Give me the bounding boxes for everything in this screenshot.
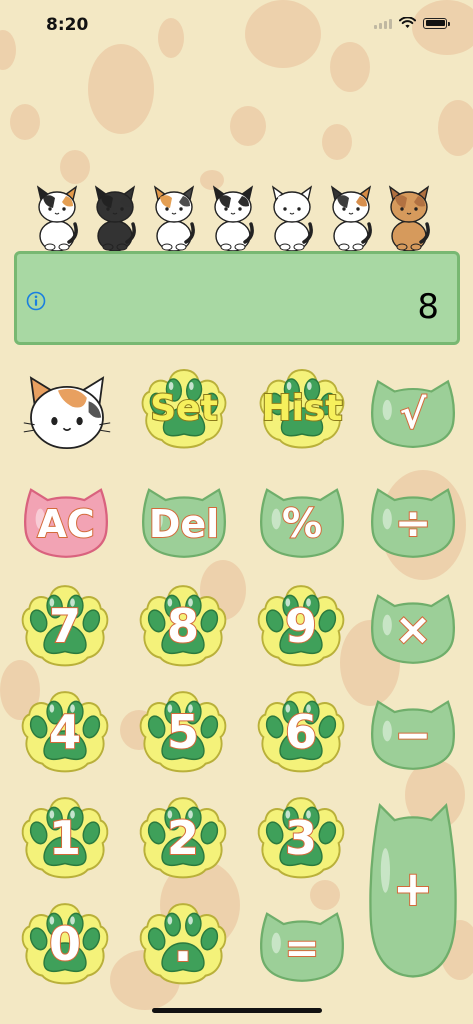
digit-3-label: 3 bbox=[284, 811, 318, 865]
percent-button[interactable]: % bbox=[256, 476, 348, 562]
digit-4-button[interactable]: 4 bbox=[18, 686, 112, 778]
set-button[interactable]: Set bbox=[138, 364, 230, 454]
digit-1-button[interactable]: 1 bbox=[18, 792, 112, 884]
calico-cat-icon-3 bbox=[330, 185, 372, 252]
minus-label: − bbox=[394, 710, 433, 761]
digit-7-label: 7 bbox=[48, 599, 82, 653]
tuxedo-cat-icon bbox=[212, 185, 254, 252]
digit-0-label: 0 bbox=[48, 917, 82, 971]
tabby-cat-icon bbox=[388, 185, 430, 252]
equals-button[interactable]: = bbox=[256, 900, 348, 986]
digit-6-button[interactable]: 6 bbox=[254, 686, 348, 778]
ac-label: AC bbox=[36, 502, 95, 546]
battery-icon bbox=[423, 17, 450, 29]
digit-4-label: 4 bbox=[48, 705, 82, 759]
digit-6-label: 6 bbox=[284, 705, 318, 759]
percent-label: % bbox=[281, 501, 323, 547]
digit-8-button[interactable]: 8 bbox=[136, 580, 230, 672]
digit-2-button[interactable]: 2 bbox=[136, 792, 230, 884]
multiply-button[interactable]: × bbox=[367, 582, 459, 668]
plus-label: + bbox=[392, 861, 434, 917]
status-bar: 8:20 bbox=[0, 0, 473, 54]
display-value: 8 bbox=[417, 287, 439, 327]
cat-row bbox=[28, 184, 448, 252]
decimal-label: . bbox=[172, 914, 194, 974]
set-label: Set bbox=[149, 388, 219, 429]
plus-button[interactable]: + bbox=[367, 796, 459, 982]
white-cat-icon bbox=[271, 185, 313, 252]
digit-8-label: 8 bbox=[166, 599, 200, 653]
decimal-button[interactable]: . bbox=[136, 898, 230, 990]
home-indicator bbox=[152, 1008, 322, 1013]
equals-label: = bbox=[283, 923, 320, 972]
minus-button[interactable]: − bbox=[367, 688, 459, 774]
hist-label: Hist bbox=[260, 388, 343, 429]
divide-label: ÷ bbox=[394, 498, 433, 549]
delete-label: Del bbox=[148, 502, 220, 546]
multiply-label: × bbox=[394, 604, 433, 655]
divide-button[interactable]: ÷ bbox=[367, 476, 459, 562]
cat-mascot-icon bbox=[22, 368, 112, 458]
status-icons bbox=[374, 17, 450, 29]
black-cat-icon bbox=[94, 185, 136, 252]
calico-cat-icon-2 bbox=[153, 185, 195, 252]
digit-9-label: 9 bbox=[284, 599, 318, 653]
digit-0-button[interactable]: 0 bbox=[18, 898, 112, 990]
digit-2-label: 2 bbox=[166, 811, 200, 865]
calculator-display: 8 bbox=[14, 251, 460, 345]
calico-cat-icon bbox=[36, 185, 78, 252]
delete-button[interactable]: Del bbox=[138, 476, 230, 562]
digit-5-label: 5 bbox=[166, 705, 200, 759]
sqrt-label: √ bbox=[399, 392, 428, 438]
cellular-signal-icon bbox=[374, 18, 392, 29]
digit-9-button[interactable]: 9 bbox=[254, 580, 348, 672]
status-time: 8:20 bbox=[46, 15, 89, 35]
digit-7-button[interactable]: 7 bbox=[18, 580, 112, 672]
sqrt-button[interactable]: √ bbox=[367, 368, 459, 452]
digit-3-button[interactable]: 3 bbox=[254, 792, 348, 884]
hist-button[interactable]: Hist bbox=[256, 364, 348, 454]
wifi-icon bbox=[399, 17, 416, 28]
ac-button[interactable]: AC bbox=[20, 476, 112, 562]
info-icon[interactable] bbox=[26, 291, 46, 311]
digit-5-button[interactable]: 5 bbox=[136, 686, 230, 778]
digit-1-label: 1 bbox=[48, 811, 82, 865]
